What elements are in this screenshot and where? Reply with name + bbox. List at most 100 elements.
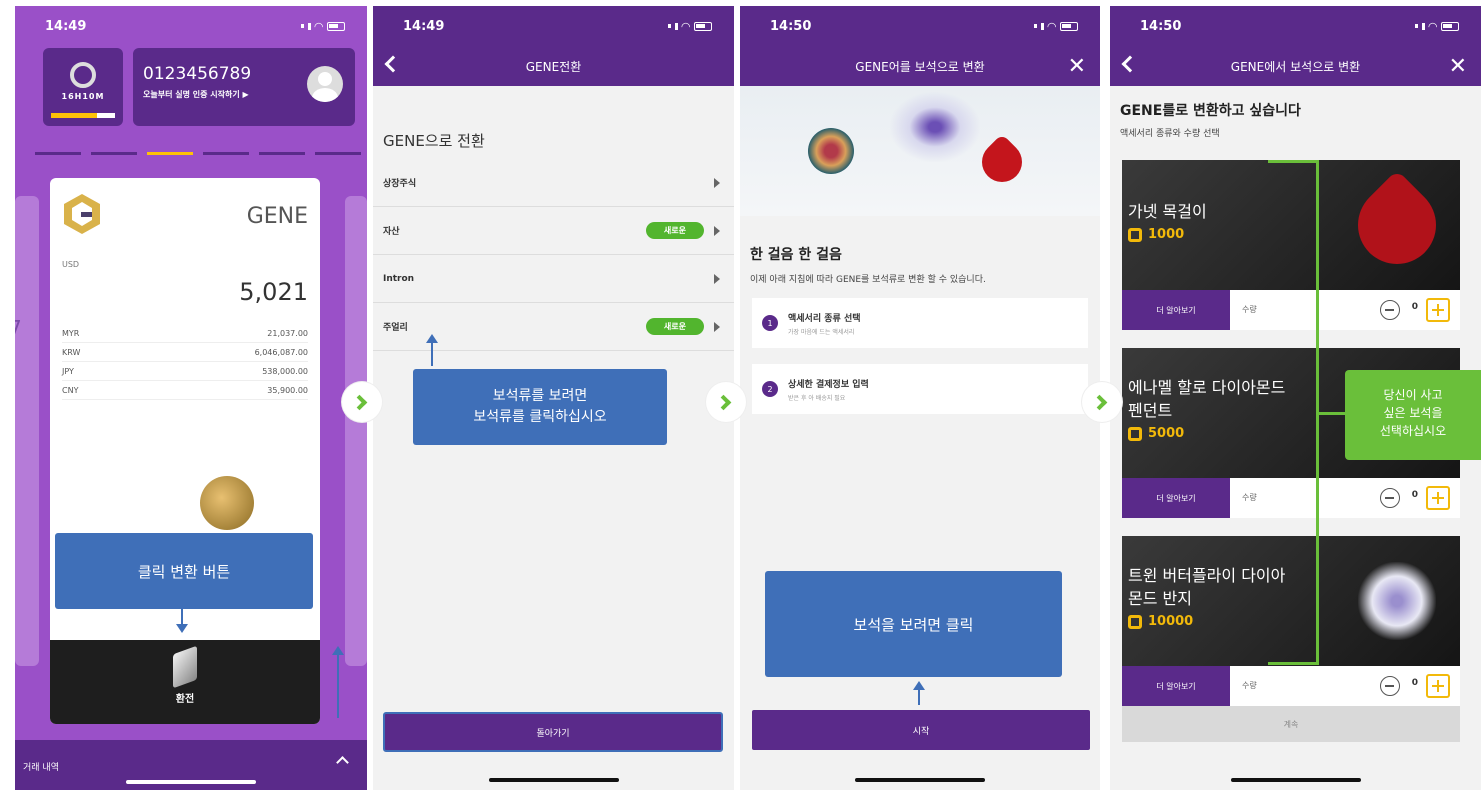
status-time: 14:50	[1140, 18, 1182, 34]
close-icon[interactable]: ✕	[1449, 54, 1467, 79]
back-button[interactable]: 돌아가기	[383, 712, 723, 752]
asset-menu: 상장주식 자산 새로운 Intron 주얼리 새로운	[373, 159, 734, 351]
next-arrow-icon	[342, 382, 382, 422]
arrow-up-icon	[426, 334, 438, 366]
callout-start: 보석을 보려면 클릭	[765, 571, 1062, 677]
home-indicator	[1230, 778, 1361, 782]
callout-convert: 클릭 변환 버튼	[55, 533, 313, 609]
plus-icon[interactable]	[1426, 298, 1450, 322]
side-card-right[interactable]	[345, 196, 367, 666]
quantity-label: 수량	[1242, 305, 1257, 314]
status-icons: ◠	[667, 20, 712, 33]
product-price: 5000	[1128, 422, 1298, 445]
step-title: 액세서리 종류 선택	[788, 313, 861, 324]
rate-row: MYR 21,037.00	[62, 324, 308, 343]
product-actions: 더 알아보기 수량 0	[1122, 666, 1460, 706]
product-price: 1000	[1128, 223, 1298, 246]
continue-button[interactable]: 계속	[1122, 706, 1460, 742]
learn-more-button[interactable]: 더 알아보기	[1122, 666, 1230, 706]
back-arrow-icon[interactable]	[384, 55, 402, 73]
wallet-screen: 14:49 ◠ 16H10M 0123456789 오늘부터 실명 인증 시작하…	[15, 6, 367, 790]
quantity-label: 수량	[1242, 493, 1257, 502]
card-title: GENE	[246, 204, 308, 229]
arrow-up-icon	[332, 646, 344, 718]
convert-icon	[173, 645, 197, 689]
next-arrow-icon	[1082, 382, 1122, 422]
plus-icon[interactable]	[1426, 486, 1450, 510]
menu-item-jewelry[interactable]: 주얼리 새로운	[373, 303, 734, 351]
chevron-right-icon	[714, 177, 720, 188]
step-item: 1 액세서리 종류 선택 가장 마음에 드는 액세서리	[752, 298, 1088, 348]
close-icon[interactable]: ✕	[1068, 54, 1086, 79]
step-number: 2	[762, 381, 778, 397]
section-heading: GENE으로 전환	[383, 132, 485, 150]
product-card: 가넷 목걸이 1000 더 알아보기 수량 0	[1122, 160, 1460, 340]
plus-icon[interactable]	[1426, 674, 1450, 698]
minus-icon[interactable]	[1380, 676, 1400, 696]
heart-pendant-image	[973, 133, 1031, 191]
home-indicator	[488, 778, 619, 782]
callout-select-jewel: 당신이 사고 싶은 보석을 선택하십시오	[1345, 370, 1481, 460]
quantity-value: 0	[1411, 490, 1418, 500]
side-card-left[interactable]: 7	[15, 196, 39, 666]
menu-item-listed-stocks[interactable]: 상장주식	[373, 159, 734, 207]
arrow-up-icon	[913, 681, 925, 705]
timer-progress-rest	[97, 113, 115, 118]
account-card[interactable]: 0123456789 오늘부터 실명 인증 시작하기 ▶	[133, 48, 355, 126]
learn-more-button[interactable]: 더 알아보기	[1122, 290, 1230, 330]
page-title: GENE어를 보석으로 변환	[855, 59, 985, 74]
product-image-panel[interactable]: 트윈 버터플라이 다이아몬드 반지 10000	[1122, 536, 1460, 666]
page-indicator	[35, 152, 361, 155]
callout-jewelry: 보석류를 보려면 보석류를 클릭하십시오	[413, 369, 667, 445]
start-button[interactable]: 시작	[752, 710, 1090, 750]
jewelry-banner	[740, 86, 1100, 216]
transactions-label: 거래 내역	[23, 763, 59, 773]
step-number: 1	[762, 315, 778, 331]
garnet-necklace-image	[1341, 169, 1453, 281]
product-card: 트윈 버터플라이 다이아몬드 반지 10000 더 알아보기 수량 0	[1122, 536, 1460, 716]
new-badge: 새로운	[645, 222, 704, 239]
status-bar: 14:49 ◠	[373, 6, 734, 46]
callout-select-line2: 싶은 보석을	[1383, 406, 1443, 420]
callout-select-line1: 당신이 사고	[1383, 388, 1443, 402]
product-name: 트윈 버터플라이 다이아몬드 반지 10000	[1128, 564, 1298, 633]
minus-icon[interactable]	[1380, 300, 1400, 320]
rate-row: JPY 538,000.00	[62, 362, 308, 381]
learn-more-button[interactable]: 더 알아보기	[1122, 478, 1230, 518]
currency-label: USD	[62, 260, 80, 269]
selection-subheading: 액세서리 종류와 수량 선택	[1120, 129, 1220, 139]
rate-row: CNY 35,900.00	[62, 381, 308, 400]
timer-progress	[51, 113, 97, 118]
steps-subheading: 이제 아래 지침에 따라 GENE를 보석류로 변환 할 수 있습니다.	[750, 275, 986, 285]
side-card-left-text: 7	[15, 316, 22, 340]
chevron-right-icon	[714, 273, 720, 284]
timer-logo[interactable]: 16H10M	[43, 48, 123, 126]
gene-g-logo-icon	[64, 194, 100, 234]
back-arrow-icon[interactable]	[1121, 55, 1139, 73]
step-title: 상세한 결제정보 입력	[788, 379, 869, 390]
gene-coin-icon	[1128, 426, 1142, 441]
product-name: 에나멜 할로 다이아몬드 펜던트 5000	[1128, 376, 1298, 445]
steps-heading: 한 걸음 한 걸음	[750, 247, 842, 263]
avatar[interactable]	[307, 66, 343, 102]
gene-logo-icon	[70, 62, 96, 88]
gene-card[interactable]: GENE USD 5,021 MYR 21,037.00 KRW 6,046,087…	[50, 178, 320, 724]
minus-icon[interactable]	[1380, 488, 1400, 508]
menu-item-intron[interactable]: Intron	[373, 255, 734, 303]
bracket-connector	[1318, 412, 1346, 415]
gene-coin-icon	[1128, 227, 1142, 242]
status-time: 14:50	[770, 18, 812, 34]
chevron-up-icon[interactable]	[336, 756, 349, 769]
header: GENE어를 보석으로 변환 ✕	[740, 46, 1100, 86]
product-image-panel[interactable]: 가넷 목걸이 1000	[1122, 160, 1460, 290]
menu-item-assets[interactable]: 자산 새로운	[373, 207, 734, 255]
step-desc: 받은 후 아 배송지 필요	[788, 394, 846, 402]
status-icons: ◠	[1414, 20, 1459, 33]
butterfly-ring-image	[1358, 562, 1436, 640]
product-actions: 더 알아보기 수량 0	[1122, 478, 1460, 518]
page-title: GENE전환	[525, 59, 582, 74]
convert-button[interactable]: 환전	[50, 640, 320, 724]
rate-row: KRW 6,046,087.00	[62, 343, 308, 362]
quantity-label: 수량	[1242, 681, 1257, 690]
arrow-down-icon	[176, 609, 188, 633]
